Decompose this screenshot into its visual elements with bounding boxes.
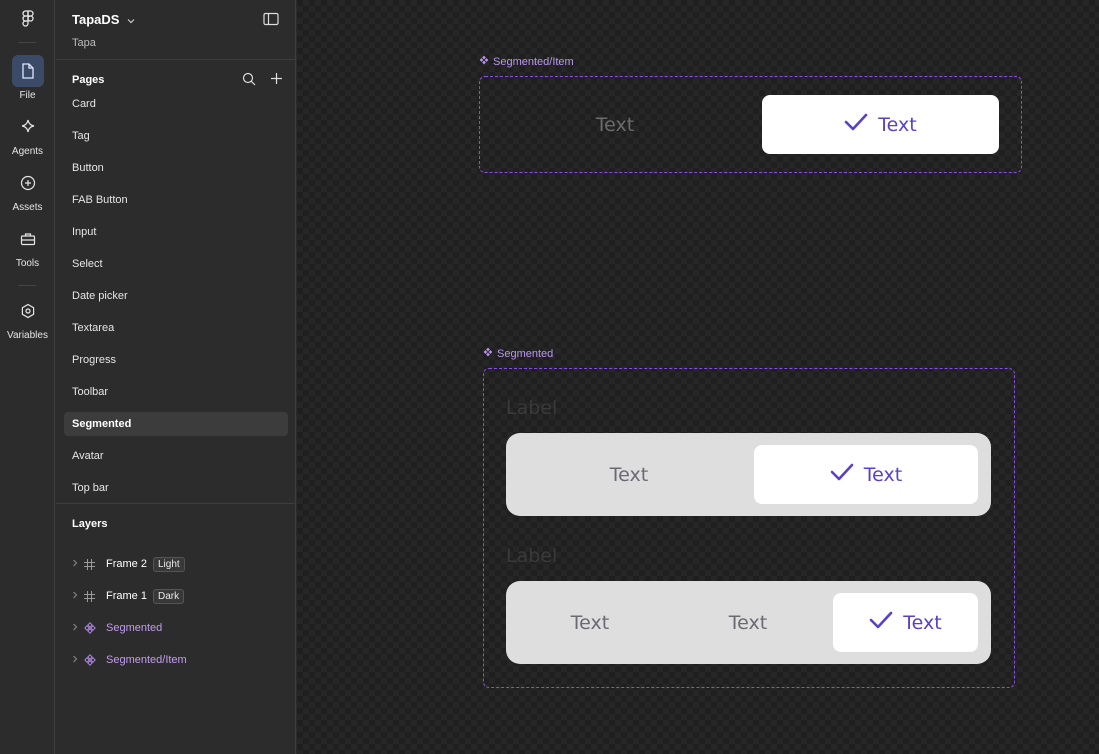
page-item-card[interactable]: Card bbox=[64, 92, 288, 116]
design-canvas[interactable]: Segmented/Item Text Text Segmented Label… bbox=[297, 0, 1099, 754]
layer-row-segmented[interactable]: Segmented bbox=[72, 618, 162, 638]
rail-label: Variables bbox=[7, 330, 48, 341]
segmented-control-two[interactable]: Text Text bbox=[506, 433, 991, 516]
rail-item-agents[interactable]: Agents bbox=[0, 111, 55, 157]
project-title: TapaDS bbox=[72, 12, 120, 27]
add-page-icon[interactable] bbox=[270, 72, 283, 91]
chevron-right-icon[interactable] bbox=[72, 623, 84, 633]
sparkle-icon bbox=[12, 111, 44, 143]
icon-rail: File Agents Assets Tools Variables bbox=[0, 0, 55, 754]
segmented-item-unselected[interactable]: Text bbox=[480, 77, 750, 172]
segment-option-selected[interactable]: Text bbox=[833, 593, 978, 652]
sidebar-toggle-icon[interactable] bbox=[263, 12, 279, 26]
chevron-right-icon[interactable] bbox=[72, 559, 84, 569]
layer-row-frame-1[interactable]: Frame 1 Dark bbox=[72, 586, 185, 606]
rail-item-assets[interactable]: Assets bbox=[0, 167, 55, 213]
figma-logo-icon[interactable] bbox=[17, 8, 39, 30]
component-icon bbox=[84, 622, 106, 634]
segmented-component-set[interactable]: Label Text Text Label Text Text Text bbox=[483, 368, 1015, 688]
page-item-input[interactable]: Input bbox=[64, 220, 288, 244]
option-text: Text bbox=[609, 463, 649, 486]
toolbox-icon bbox=[12, 223, 44, 255]
field-label: Label bbox=[506, 545, 558, 567]
segmented-control-three[interactable]: Text Text Text bbox=[506, 581, 991, 664]
page-item-select[interactable]: Select bbox=[64, 252, 288, 276]
option-text: Text bbox=[728, 611, 768, 634]
component-set-label[interactable]: Segmented/Item bbox=[479, 55, 574, 68]
pages-heading: Pages bbox=[72, 74, 105, 86]
component-set-name: Segmented bbox=[497, 347, 554, 360]
search-icon[interactable] bbox=[242, 72, 256, 91]
rail-label: Tools bbox=[15, 258, 40, 269]
option-text: Text bbox=[903, 611, 942, 634]
pages-actions bbox=[242, 72, 283, 91]
option-text: Text bbox=[595, 113, 635, 136]
page-item-top-bar[interactable]: Top bar bbox=[64, 476, 288, 500]
layer-name: Segmented/Item bbox=[106, 654, 187, 666]
component-icon bbox=[483, 347, 493, 360]
project-switcher[interactable]: TapaDS bbox=[72, 12, 135, 27]
rail-divider bbox=[18, 42, 36, 43]
layer-row-segmented-item[interactable]: Segmented/Item bbox=[72, 650, 187, 670]
component-set-name: Segmented/Item bbox=[493, 55, 574, 68]
layers-heading: Layers bbox=[72, 518, 108, 530]
field-label: Label bbox=[506, 397, 558, 419]
segment-option[interactable]: Text bbox=[670, 581, 826, 664]
segmented-item-component-set[interactable]: Text Text bbox=[479, 76, 1022, 173]
file-icon bbox=[11, 55, 44, 87]
page-item-avatar[interactable]: Avatar bbox=[64, 444, 288, 468]
component-set-label[interactable]: Segmented bbox=[483, 347, 553, 360]
divider bbox=[56, 503, 296, 504]
mode-tag: Dark bbox=[152, 588, 185, 604]
check-icon bbox=[844, 113, 868, 136]
segmented-item-selected[interactable]: Text bbox=[762, 95, 999, 154]
frame-icon bbox=[84, 590, 106, 602]
page-item-date-picker[interactable]: Date picker bbox=[64, 284, 288, 308]
rail-item-variables[interactable]: Variables bbox=[0, 295, 55, 341]
rail-item-file[interactable]: File bbox=[0, 55, 55, 101]
page-item-button[interactable]: Button bbox=[64, 156, 288, 180]
component-icon bbox=[479, 55, 489, 68]
team-name: Tapa bbox=[72, 37, 96, 49]
option-text: Text bbox=[570, 611, 610, 634]
check-icon bbox=[830, 463, 854, 486]
layer-name: Frame 1 bbox=[106, 590, 147, 602]
rail-item-tools[interactable]: Tools bbox=[0, 223, 55, 269]
rail-label: File bbox=[19, 90, 36, 101]
page-item-progress[interactable]: Progress bbox=[64, 348, 288, 372]
layer-row-frame-2[interactable]: Frame 2 Light bbox=[72, 554, 185, 574]
plus-circle-icon bbox=[12, 167, 44, 199]
segment-option-selected[interactable]: Text bbox=[754, 445, 978, 504]
divider bbox=[56, 59, 296, 60]
chevron-down-icon bbox=[127, 12, 135, 27]
option-text: Text bbox=[878, 113, 917, 136]
option-text: Text bbox=[863, 463, 903, 486]
page-item-textarea[interactable]: Textarea bbox=[64, 316, 288, 340]
left-panel: TapaDS Tapa Pages Card Tag Button FAB Bu… bbox=[56, 0, 296, 754]
rail-label: Assets bbox=[12, 202, 43, 213]
hexagon-icon bbox=[12, 295, 44, 327]
page-item-fab-button[interactable]: FAB Button bbox=[64, 188, 288, 212]
check-icon bbox=[869, 611, 893, 634]
layer-name: Frame 2 bbox=[106, 558, 147, 570]
segment-option[interactable]: Text bbox=[506, 581, 674, 664]
page-item-toolbar[interactable]: Toolbar bbox=[64, 380, 288, 404]
chevron-right-icon[interactable] bbox=[72, 655, 84, 665]
page-item-tag[interactable]: Tag bbox=[64, 124, 288, 148]
rail-divider bbox=[18, 285, 36, 286]
layer-name: Segmented bbox=[106, 622, 163, 634]
component-icon bbox=[84, 654, 106, 666]
page-item-segmented[interactable]: Segmented bbox=[64, 412, 288, 436]
rail-label: Agents bbox=[11, 146, 44, 157]
segment-option[interactable]: Text bbox=[506, 433, 752, 516]
mode-tag: Light bbox=[152, 556, 185, 572]
frame-icon bbox=[84, 558, 106, 570]
chevron-right-icon[interactable] bbox=[72, 591, 84, 601]
